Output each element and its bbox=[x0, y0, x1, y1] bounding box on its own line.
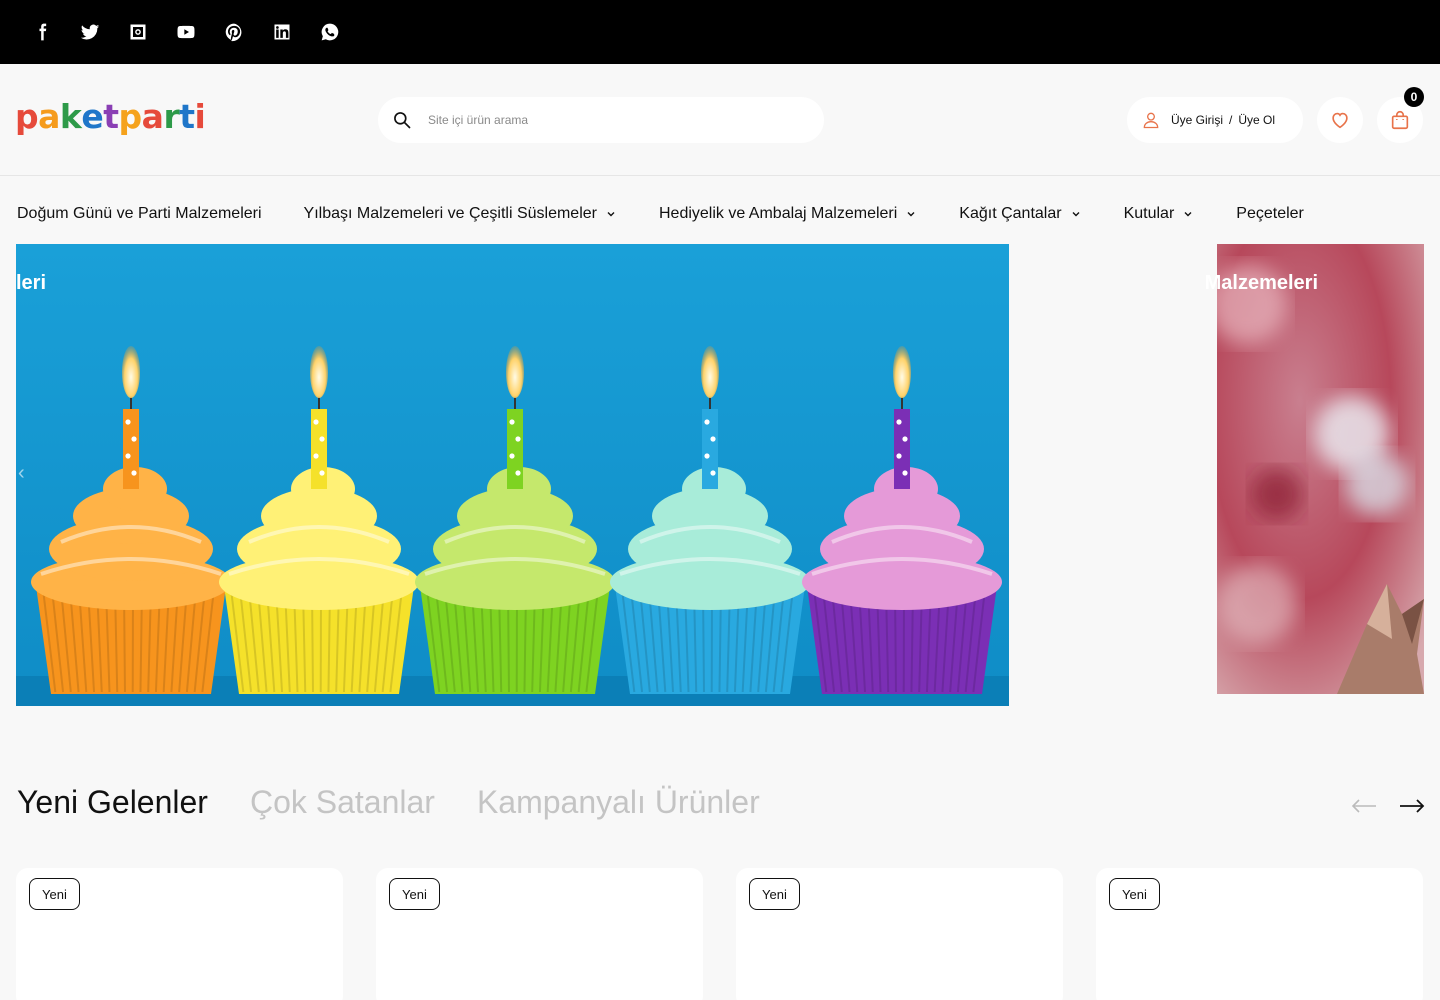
logo-letter: t bbox=[179, 97, 195, 136]
logo-letter: k bbox=[59, 97, 82, 136]
cart-count-badge: 0 bbox=[1404, 87, 1424, 107]
nav-item[interactable]: Hediyelik ve Ambalaj Malzemeleri bbox=[659, 205, 916, 223]
site-logo[interactable]: paketparti bbox=[15, 97, 206, 136]
nav-item[interactable]: Doğum Günü ve Parti Malzemeleri bbox=[17, 205, 262, 223]
product-card[interactable]: Yeni bbox=[16, 868, 343, 1000]
heart-icon bbox=[1332, 112, 1348, 129]
account-separator: / bbox=[1229, 113, 1233, 127]
nav-item[interactable]: Peçeteler bbox=[1236, 205, 1304, 223]
logo-letter: t bbox=[103, 97, 119, 136]
account-links: Üye Girişi / Üye Ol bbox=[1127, 97, 1303, 143]
nav-item-label: Hediyelik ve Ambalaj Malzemeleri bbox=[658, 205, 898, 222]
new-badge: Yeni bbox=[1109, 878, 1160, 910]
register-link[interactable]: Üye Ol bbox=[1238, 113, 1275, 127]
login-link[interactable]: Üye Girişi bbox=[1171, 113, 1223, 127]
logo-letter: p bbox=[118, 97, 143, 136]
product-card[interactable]: Yeni bbox=[376, 868, 703, 1000]
nav-item-label: Kutular bbox=[1123, 205, 1175, 222]
nav-item-label: Peçeteler bbox=[1236, 205, 1304, 222]
tab-best-sellers[interactable]: Çok Satanlar bbox=[250, 784, 435, 821]
new-badge: Yeni bbox=[749, 878, 800, 910]
facebook-icon[interactable] bbox=[18, 12, 66, 52]
arrow-left-icon[interactable] bbox=[1350, 792, 1378, 820]
nav-item[interactable]: Kutular bbox=[1124, 205, 1194, 223]
logo-letter: i bbox=[194, 97, 206, 136]
nav-item-label: Yılbaşı Malzemeleri ve Çeşitli Süslemele… bbox=[303, 205, 597, 222]
nav-item[interactable]: Yılbaşı Malzemeleri ve Çeşitli Süslemele… bbox=[304, 205, 616, 223]
chevron-down-icon bbox=[1184, 212, 1192, 217]
user-icon bbox=[1143, 112, 1159, 129]
slider-prev-arrow[interactable]: ‹ bbox=[18, 462, 36, 486]
new-badge: Yeni bbox=[389, 878, 440, 910]
instagram-icon[interactable] bbox=[114, 12, 162, 52]
hero-caption-left: leri bbox=[16, 272, 47, 294]
main-nav: Doğum Günü ve Parti Malzemeleri Yılbaşı M… bbox=[0, 196, 1440, 232]
search-box bbox=[378, 97, 824, 143]
chevron-down-icon bbox=[907, 212, 915, 217]
nav-item-label: Kağıt Çantalar bbox=[959, 205, 1062, 222]
cupcakes-image bbox=[16, 244, 1009, 706]
shopping-bag-icon bbox=[1391, 111, 1409, 130]
search-input[interactable] bbox=[428, 113, 788, 127]
nav-item-label: Doğum Günü ve Parti Malzemeleri bbox=[17, 205, 262, 222]
linkedin-icon[interactable] bbox=[258, 12, 306, 52]
site-header: paketparti Üye Girişi / Üye Ol bbox=[0, 64, 1440, 176]
hero-slide[interactable] bbox=[16, 244, 1009, 706]
search-icon[interactable] bbox=[392, 110, 412, 130]
youtube-icon[interactable] bbox=[162, 12, 210, 52]
twitter-icon[interactable] bbox=[66, 12, 114, 52]
tab-campaign-products[interactable]: Kampanyalı Ürünler bbox=[477, 784, 760, 821]
chevron-down-icon bbox=[607, 212, 615, 217]
logo-letter: a bbox=[38, 97, 60, 136]
social-bar bbox=[0, 0, 1440, 64]
hero-caption-right: Malzemeleri bbox=[1204, 272, 1318, 294]
logo-letter: p bbox=[15, 97, 39, 136]
logo-letter: r bbox=[163, 97, 180, 136]
product-tabs: Yeni Gelenler Çok Satanlar Kampanyalı Ür… bbox=[17, 784, 760, 821]
logo-letter: e bbox=[81, 97, 104, 136]
product-card[interactable]: Yeni bbox=[736, 868, 1063, 1000]
hero-side-slide[interactable] bbox=[1217, 244, 1424, 694]
whatsapp-icon[interactable] bbox=[306, 12, 354, 52]
logo-letter: a bbox=[141, 97, 164, 136]
arrow-right-icon[interactable] bbox=[1398, 792, 1426, 820]
wishlist-button[interactable] bbox=[1317, 97, 1363, 143]
new-badge: Yeni bbox=[29, 878, 80, 910]
tab-new-arrivals[interactable]: Yeni Gelenler bbox=[17, 784, 208, 821]
pinterest-icon[interactable] bbox=[210, 12, 258, 52]
chevron-down-icon bbox=[1072, 212, 1080, 217]
nav-item[interactable]: Kağıt Çantalar bbox=[959, 205, 1080, 223]
bokeh-image bbox=[1217, 244, 1424, 694]
product-card[interactable]: Yeni bbox=[1096, 868, 1423, 1000]
